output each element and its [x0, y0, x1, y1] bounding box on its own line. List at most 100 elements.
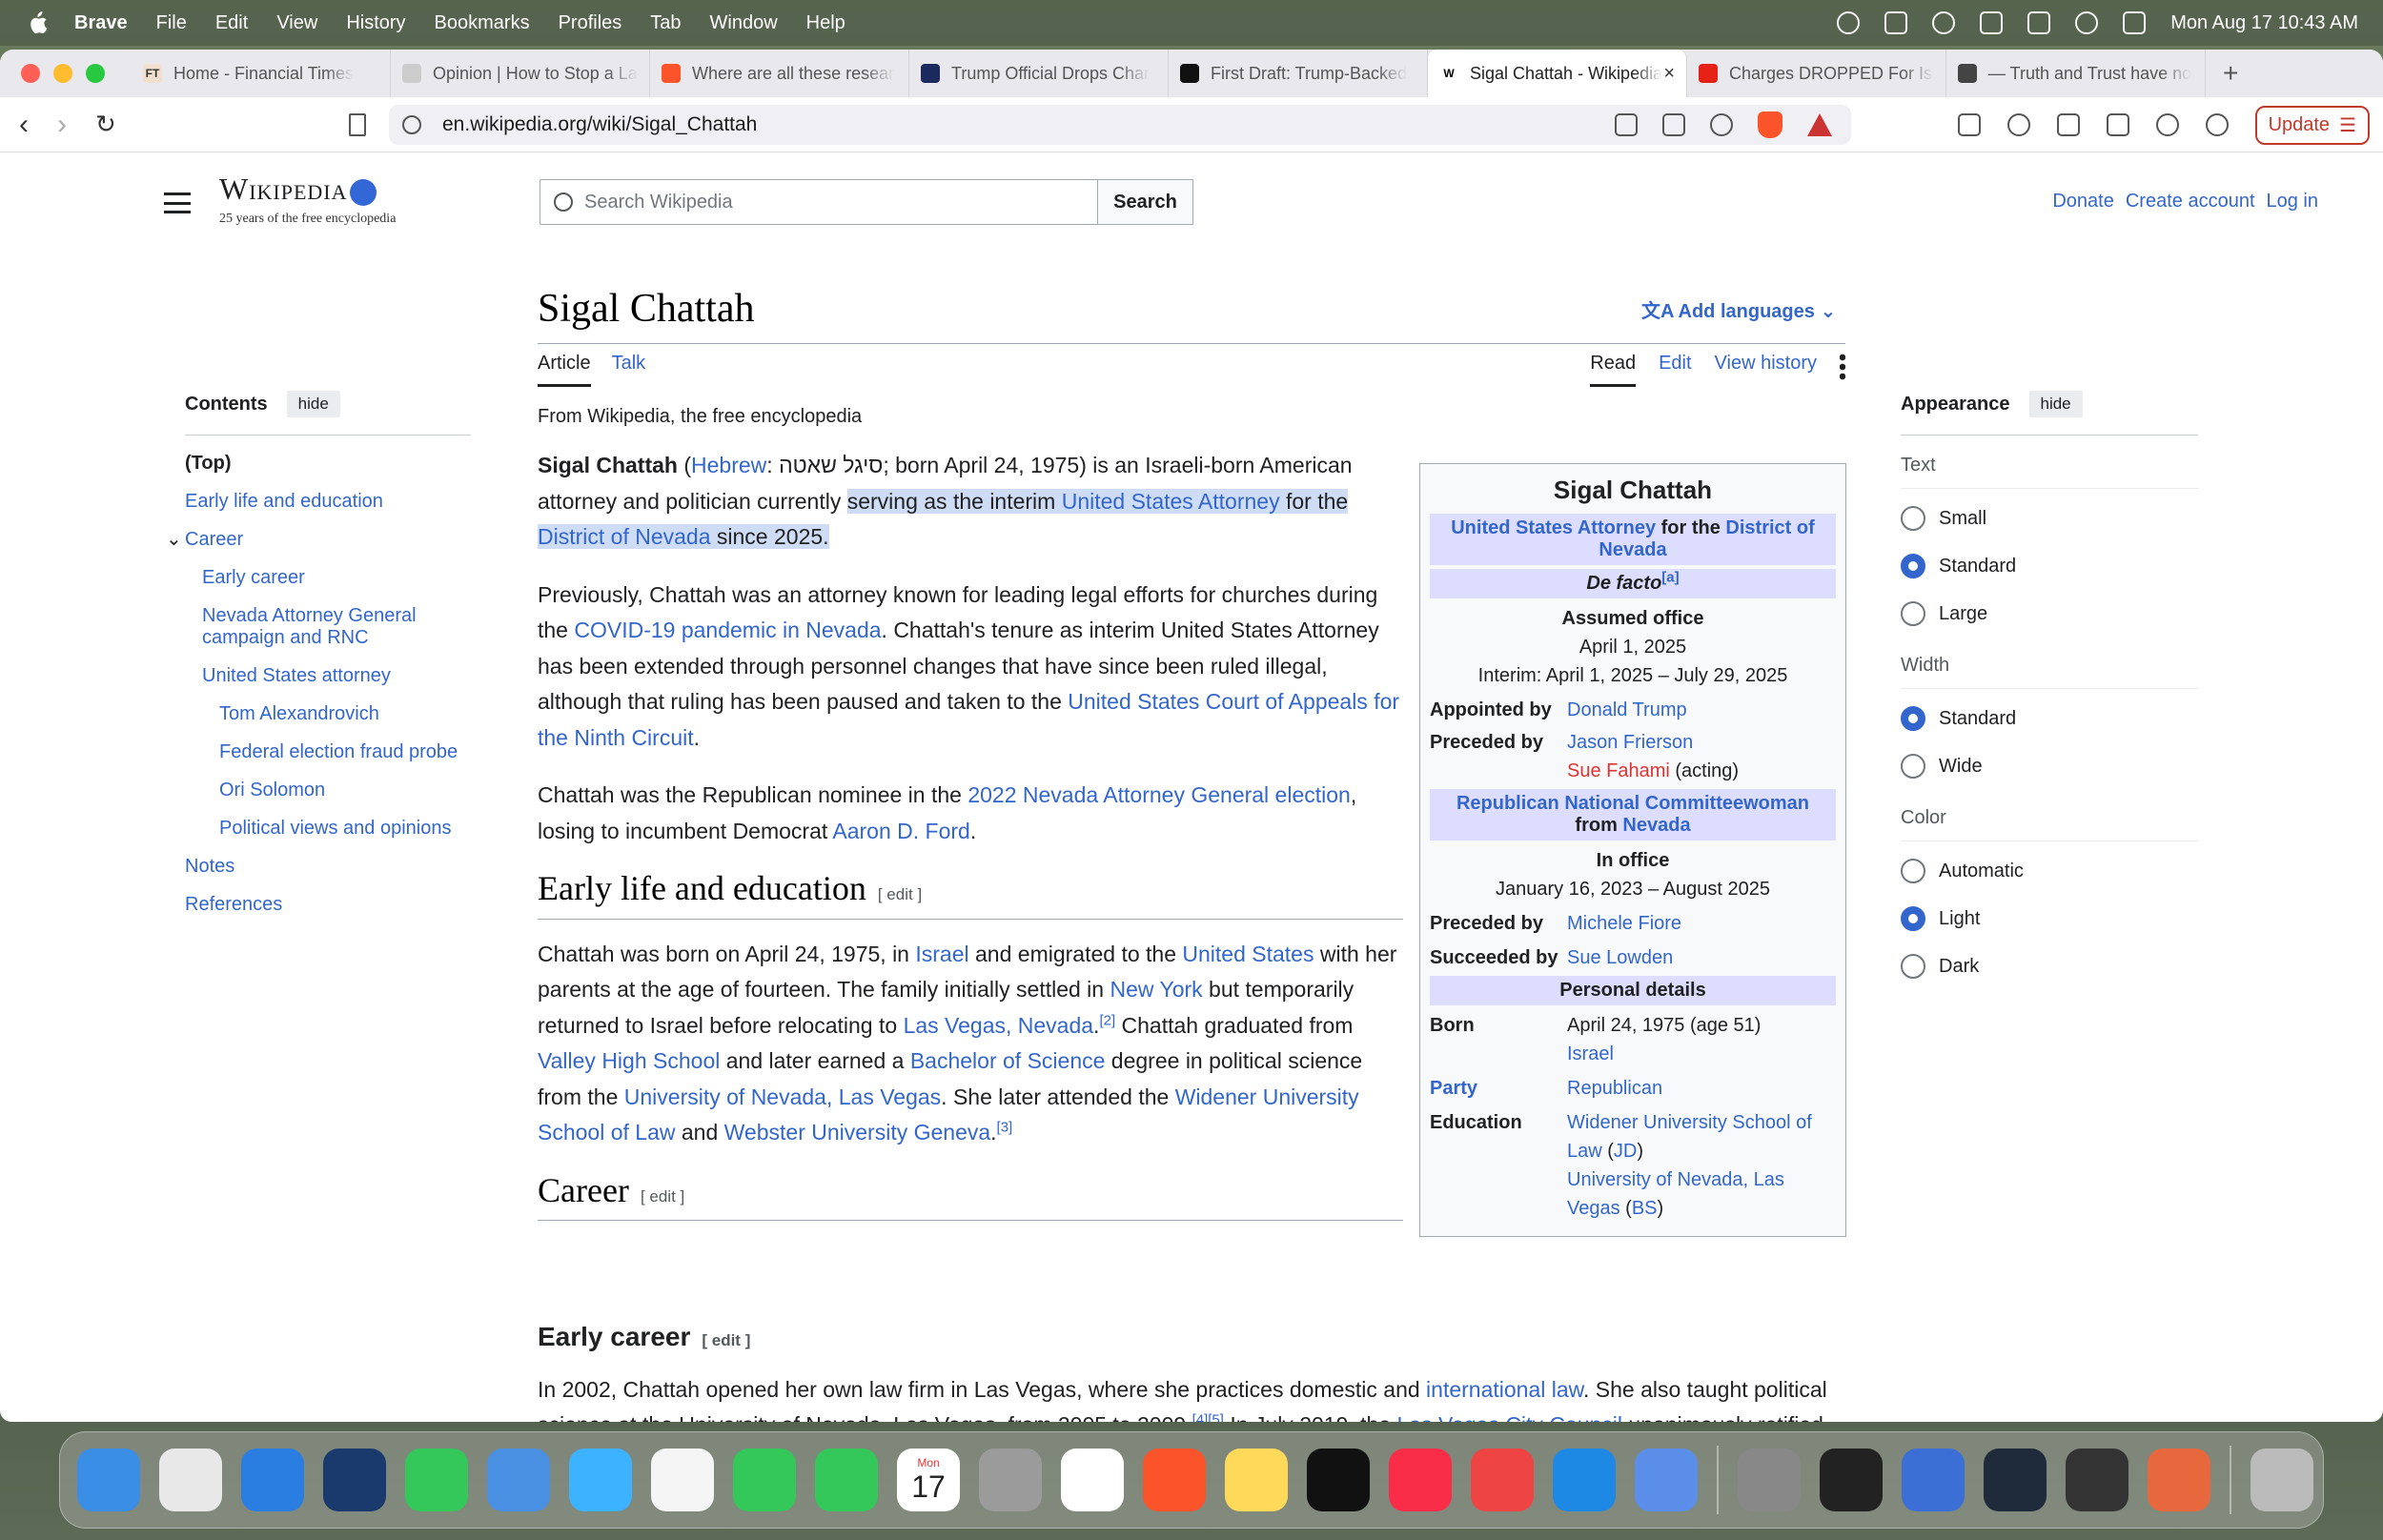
radio-button[interactable]	[1901, 906, 1925, 931]
url-text[interactable]: en.wikipedia.org/wiki/Sigal_Chattah	[442, 113, 757, 136]
jd-link[interactable]: JD	[1614, 1141, 1637, 1162]
more-tools-icon[interactable]	[1840, 353, 1845, 381]
us-attorney-link[interactable]: United States Attorney	[1451, 517, 1656, 538]
toc-hide-button[interactable]: hide	[286, 391, 340, 417]
menu-history[interactable]: History	[346, 12, 405, 34]
search-input[interactable]: Search Wikipedia	[540, 179, 1100, 225]
jason-frierson-link[interactable]: Jason Frierson	[1567, 732, 1693, 753]
radio-button[interactable]	[1901, 601, 1925, 626]
browser-tab[interactable]: Trump Official Drops Char	[909, 50, 1169, 97]
speed-dock-icon[interactable]	[1984, 1449, 2047, 1511]
radio-button[interactable]	[1901, 954, 1925, 979]
toc-item[interactable]: Political views and opinions	[185, 818, 471, 840]
facetime-dock-icon[interactable]	[733, 1449, 796, 1511]
menu-help[interactable]: Help	[806, 12, 845, 34]
appearance-option[interactable]: Dark	[1901, 954, 2198, 979]
play-status-icon[interactable]	[1932, 11, 1956, 34]
ref-2[interactable]: [2]	[1099, 1012, 1115, 1028]
menu-app-name[interactable]: Brave	[74, 12, 128, 34]
edit-section-link[interactable]: [ edit ]	[702, 1331, 750, 1349]
wikipedia-logo[interactable]: Wikipedia	[219, 172, 377, 207]
main-menu-icon[interactable]	[164, 192, 191, 213]
messages-dock-icon[interactable]	[405, 1449, 468, 1511]
browser-tab[interactable]: Charges DROPPED For Isr	[1687, 50, 1946, 97]
bs-link[interactable]: BS	[1632, 1198, 1658, 1219]
control-center-icon[interactable]	[2123, 11, 2147, 34]
city-council-link[interactable]: Las Vegas City Council	[1397, 1412, 1623, 1422]
us-attorney-text-link[interactable]: United States Attorney	[1061, 488, 1280, 514]
rnc-link[interactable]: Republican National Committeewoman	[1456, 793, 1809, 814]
radio-button[interactable]	[1901, 506, 1925, 531]
app-store-dock-icon[interactable]	[1553, 1449, 1616, 1511]
menu-window[interactable]: Window	[710, 12, 778, 34]
update-button[interactable]: Update ☰	[2254, 105, 2370, 145]
calendar-dock-icon[interactable]: Mon 17	[897, 1449, 960, 1511]
rocket-dock-icon[interactable]	[1471, 1449, 1534, 1511]
brave-dock-icon[interactable]	[1143, 1449, 1206, 1511]
close-window-button[interactable]	[21, 64, 40, 83]
menu-profiles[interactable]: Profiles	[559, 12, 622, 34]
sue-lowden-link[interactable]: Sue Lowden	[1567, 943, 1836, 972]
las-vegas-link[interactable]: Las Vegas, Nevada	[904, 1013, 1093, 1038]
unlv-text-link[interactable]: University of Nevada, Las Vegas	[624, 1084, 941, 1109]
disk-dock-icon[interactable]	[1902, 1449, 1965, 1511]
radio-button[interactable]	[1901, 706, 1925, 731]
search-button[interactable]: Search	[1097, 179, 1193, 225]
forward-button[interactable]: ›	[57, 109, 67, 141]
ref-3[interactable]: [3]	[997, 1119, 1013, 1135]
toc-item[interactable]: (Top)	[185, 453, 471, 475]
ag-election-link[interactable]: 2022 Nevada Attorney General election	[967, 782, 1351, 807]
edit-section-link[interactable]: [ edit ]	[878, 885, 922, 903]
toc-item[interactable]: Early career	[185, 567, 471, 589]
apple-icon[interactable]	[27, 10, 48, 35]
simulator-dock-icon[interactable]	[1635, 1449, 1698, 1511]
mouse-dock-icon[interactable]	[2066, 1449, 2128, 1511]
new-york-link[interactable]: New York	[1110, 977, 1202, 1002]
michele-fiore-link[interactable]: Michele Fiore	[1567, 909, 1836, 938]
trash-dock-icon[interactable]	[2251, 1449, 2313, 1511]
menu-clock[interactable]: Mon Aug 17 10:43 AM	[2170, 12, 2358, 34]
toc-item[interactable]: Early life and education	[185, 491, 471, 513]
menu-view[interactable]: View	[276, 12, 317, 34]
battery-icon[interactable]	[2027, 11, 2051, 34]
spotlight-search-icon[interactable]	[2075, 11, 2099, 34]
site-settings-icon[interactable]	[402, 115, 421, 134]
toc-item[interactable]: Tom Alexandrovich	[185, 703, 471, 725]
aaron-ford-link[interactable]: Aaron D. Ford	[832, 819, 969, 843]
browser-tab[interactable]: Where are all these resear	[650, 50, 909, 97]
link-status-icon[interactable]	[1980, 11, 2004, 34]
launchpad-dock-icon[interactable]	[159, 1449, 222, 1511]
address-bar[interactable]: en.wikipedia.org/wiki/Sigal_Chattah	[389, 105, 1851, 145]
photos-dock-icon[interactable]	[651, 1449, 714, 1511]
tab-read[interactable]: Read	[1590, 353, 1637, 387]
united-states-link[interactable]: United States	[1182, 942, 1314, 966]
appearance-option[interactable]: Wide	[1901, 754, 2198, 779]
webster-link[interactable]: Webster University Geneva	[724, 1120, 991, 1145]
widener-link[interactable]: Widener University School of Law	[1567, 1112, 1812, 1162]
share-icon[interactable]	[1662, 113, 1685, 136]
tab-article[interactable]: Article	[538, 353, 591, 387]
claude-dock-icon[interactable]	[2148, 1449, 2210, 1511]
toc-item[interactable]: Nevada Attorney General campaign and RNC	[185, 605, 471, 649]
nevada-link[interactable]: Nevada	[1622, 815, 1690, 836]
ref-4-5[interactable]: [4][5]	[1192, 1411, 1224, 1422]
back-button[interactable]: ‹	[19, 109, 29, 141]
menu-file[interactable]: File	[156, 12, 187, 34]
copilot-dock-icon[interactable]	[323, 1449, 386, 1511]
international-law-link[interactable]: international law	[1426, 1377, 1583, 1402]
sidebar-toggle-icon[interactable]	[1957, 113, 1981, 136]
appearance-option[interactable]: Automatic	[1901, 859, 2198, 883]
notes-dock-icon[interactable]	[1225, 1449, 1288, 1511]
appearance-option[interactable]: Standard	[1901, 706, 2198, 731]
browser-tab[interactable]: Opinion | How to Stop a La	[391, 50, 650, 97]
brave-rewards-icon[interactable]	[1807, 113, 1832, 136]
sue-fahami-link[interactable]: Sue Fahami	[1567, 760, 1670, 781]
radio-button[interactable]	[1901, 554, 1925, 578]
valley-high-link[interactable]: Valley High School	[538, 1048, 720, 1073]
reload-button[interactable]: ↻	[95, 110, 116, 139]
menu-tab[interactable]: Tab	[650, 12, 681, 34]
safari-dock-icon[interactable]	[241, 1449, 304, 1511]
toc-item[interactable]: ⌄ Career	[166, 529, 471, 551]
tab-edit[interactable]: Edit	[1659, 353, 1691, 375]
minimize-window-button[interactable]	[53, 64, 72, 83]
